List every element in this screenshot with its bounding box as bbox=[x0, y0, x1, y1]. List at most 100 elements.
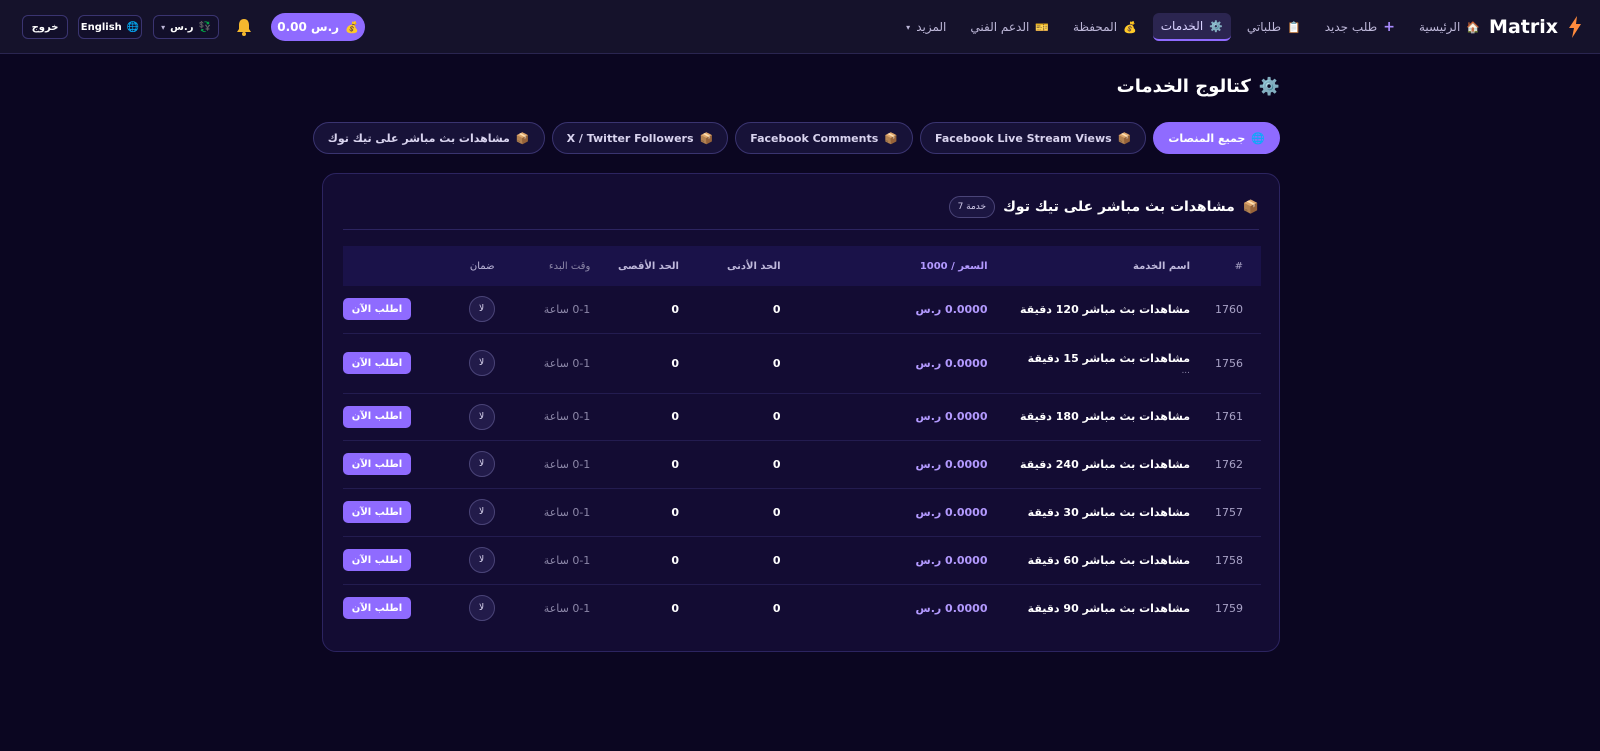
guarantee-badge: لا bbox=[468, 547, 495, 573]
nav-item-home[interactable]: 🏠 الرئيسية bbox=[1411, 13, 1488, 41]
main-nav: 🏠 الرئيسية + طلب جديد 📋 طلباتي ⚙️ الخدما… bbox=[898, 12, 1488, 42]
chevron-down-icon: ▾ bbox=[161, 22, 166, 32]
guarantee-cell: لا bbox=[411, 584, 495, 632]
guarantee-cell: لا bbox=[411, 286, 495, 333]
order-now-button[interactable]: اطلب الآن bbox=[343, 453, 411, 475]
order-now-button[interactable]: اطلب الآن bbox=[343, 405, 411, 428]
tab-label: Facebook Comments bbox=[750, 131, 879, 145]
col-header-min: الحد الأدنى bbox=[727, 260, 781, 272]
currency-exchange-icon: 💱 bbox=[198, 21, 211, 33]
table-row: 1762 مشاهدات بث مباشر 240 دقيقة 0.0000 ر… bbox=[343, 440, 1261, 488]
order-now-button[interactable]: اطلب الآن bbox=[343, 352, 411, 374]
service-name: مشاهدات بث مباشر 120 دقيقة bbox=[1020, 302, 1191, 316]
service-count-badge: 7 خدمة bbox=[948, 196, 996, 218]
col-header-id: # bbox=[1234, 260, 1243, 272]
tab-facebook-live-stream-views[interactable]: 📦 Facebook Live Stream Views bbox=[919, 122, 1147, 154]
service-name: مشاهدات بث مباشر 60 دقيقة bbox=[1027, 553, 1191, 567]
tab-tiktok-live-views[interactable]: 📦 مشاهدات بث مباشر على تيك توك bbox=[312, 122, 545, 154]
service-max: 0 bbox=[671, 601, 679, 615]
service-name: مشاهدات بث مباشر 180 دقيقة bbox=[1020, 410, 1191, 423]
service-min: 0 bbox=[772, 553, 781, 567]
order-now-button[interactable]: اطلب الآن bbox=[343, 597, 411, 620]
card-title: مشاهدات بث مباشر على تيك توك bbox=[1003, 199, 1235, 215]
logout-label: خروج bbox=[31, 21, 59, 33]
service-max: 0 bbox=[671, 457, 679, 471]
service-start-time: 0-1 ساعة bbox=[543, 356, 591, 370]
table-row: 1757 مشاهدات بث مباشر 30 دقيقة 0.0000 ر.… bbox=[343, 488, 1261, 536]
action-cell: اطلب الآن bbox=[343, 584, 411, 632]
tab-label: X / Twitter Followers bbox=[566, 131, 694, 145]
service-start-time: 0-1 ساعة bbox=[543, 457, 591, 471]
globe-icon: 🌐 bbox=[126, 21, 140, 33]
action-cell: اطلب الآن bbox=[343, 488, 411, 536]
gear-icon: ⚙️ bbox=[1209, 19, 1223, 33]
service-min: 0 bbox=[772, 410, 781, 423]
order-now-button[interactable]: اطلب الآن bbox=[343, 298, 411, 321]
brand[interactable]: Matrix bbox=[1489, 13, 1582, 41]
col-header-price[interactable]: السعر / 1000 bbox=[781, 246, 988, 286]
col-header-action bbox=[343, 246, 411, 286]
service-price: 0.0000 ر.س bbox=[915, 505, 988, 519]
order-now-button[interactable]: اطلب الآن bbox=[343, 549, 411, 571]
card-header: 📦 مشاهدات بث مباشر على تيك توك 7 خدمة bbox=[948, 194, 1259, 220]
platform-tabs: 🌐 جميع المنصات 📦 Facebook Live Stream Vi… bbox=[312, 122, 1280, 154]
order-now-button[interactable]: اطلب الآن bbox=[343, 501, 411, 523]
action-cell: اطلب الآن bbox=[343, 393, 411, 440]
service-name-cell: مشاهدات بث مباشر 15 دقيقة ... bbox=[988, 333, 1191, 393]
service-min: 0 bbox=[772, 505, 781, 519]
tab-label: Facebook Live Stream Views bbox=[934, 131, 1112, 145]
service-max: 0 bbox=[671, 505, 679, 519]
page-title-text: كتالوج الخدمات bbox=[1116, 76, 1251, 97]
service-name: مشاهدات بث مباشر 30 دقيقة bbox=[1027, 505, 1191, 519]
service-id: 1759 bbox=[1215, 601, 1243, 615]
table-row: 1759 مشاهدات بث مباشر 90 دقيقة 0.0000 ر.… bbox=[343, 584, 1261, 632]
logout-button[interactable]: خروج bbox=[22, 15, 68, 39]
service-name: مشاهدات بث مباشر 15 دقيقة bbox=[1027, 351, 1191, 365]
nav-item-support[interactable]: 🎫 الدعم الفني bbox=[962, 13, 1057, 41]
guarantee-badge: لا bbox=[468, 296, 495, 323]
guarantee-cell: لا bbox=[411, 333, 495, 393]
table-row: 1758 مشاهدات بث مباشر 60 دقيقة 0.0000 ر.… bbox=[343, 536, 1261, 584]
tab-x-twitter-followers[interactable]: 📦 X / Twitter Followers bbox=[551, 122, 729, 154]
guarantee-cell: لا bbox=[411, 488, 495, 536]
col-header-name[interactable]: اسم الخدمة bbox=[988, 246, 1190, 286]
nav-item-my-orders[interactable]: 📋 طلباتي bbox=[1239, 13, 1309, 41]
service-max: 0 bbox=[671, 410, 679, 423]
action-cell: اطلب الآن bbox=[343, 286, 411, 333]
service-price: 0.0000 ر.س bbox=[915, 410, 988, 423]
table-header-row: # اسم الخدمة السعر / 1000 الحد الأدنى ال… bbox=[343, 246, 1261, 286]
service-min: 0 bbox=[772, 601, 781, 615]
service-id: 1762 bbox=[1215, 457, 1243, 471]
package-icon: 📦 bbox=[884, 131, 898, 145]
balance-amount: 0.00 ر.س bbox=[277, 20, 340, 34]
action-cell: اطلب الآن bbox=[343, 333, 411, 393]
language-switch[interactable]: English 🌐 bbox=[78, 15, 142, 39]
tab-label: مشاهدات بث مباشر على تيك توك bbox=[327, 131, 510, 145]
guarantee-badge: لا bbox=[468, 403, 495, 430]
balance-button[interactable]: 💰 0.00 ر.س bbox=[271, 13, 365, 41]
service-price: 0.0000 ر.س bbox=[915, 457, 988, 471]
service-name: مشاهدات بث مباشر 240 دقيقة bbox=[1020, 457, 1191, 471]
currency-label: ر.س bbox=[170, 21, 194, 33]
nav-item-label: الرئيسية bbox=[1418, 20, 1461, 34]
bell-icon[interactable] bbox=[234, 17, 254, 37]
service-price: 0.0000 ر.س bbox=[915, 302, 988, 316]
package-icon: 📦 bbox=[1242, 199, 1259, 215]
guarantee-badge: لا bbox=[468, 595, 495, 622]
globe-icon: 🌐 bbox=[1251, 131, 1265, 145]
service-price: 0.0000 ر.س bbox=[915, 356, 988, 370]
nav-item-more[interactable]: المزيد ▾ bbox=[898, 13, 954, 41]
tab-facebook-comments[interactable]: 📦 Facebook Comments bbox=[735, 122, 913, 154]
tab-all-platforms[interactable]: 🌐 جميع المنصات bbox=[1153, 122, 1280, 154]
guarantee-cell: لا bbox=[411, 440, 495, 488]
service-id: 1758 bbox=[1215, 553, 1243, 567]
nav-item-label: المحفظة bbox=[1073, 20, 1118, 34]
home-icon: 🏠 bbox=[1466, 20, 1480, 34]
nav-item-label: طلب جديد bbox=[1324, 20, 1378, 34]
service-max: 0 bbox=[671, 356, 679, 370]
currency-selector[interactable]: ▾ ر.س 💱 bbox=[153, 15, 219, 39]
nav-item-new-order[interactable]: + طلب جديد bbox=[1317, 13, 1403, 41]
nav-item-wallet[interactable]: 💰 المحفظة bbox=[1065, 13, 1145, 41]
guarantee-badge: لا bbox=[468, 499, 495, 525]
nav-item-services[interactable]: ⚙️ الخدمات bbox=[1152, 13, 1231, 41]
